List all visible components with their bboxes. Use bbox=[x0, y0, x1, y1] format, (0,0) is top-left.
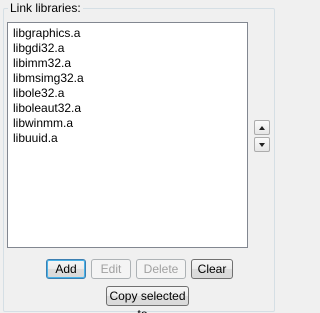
copy-selected-to-button[interactable]: Copy selected to... bbox=[106, 286, 189, 313]
libraries-listbox[interactable]: libgraphics.a libgdi32.a libimm32.a libm… bbox=[7, 22, 248, 248]
library-item[interactable]: liboleaut32.a bbox=[13, 101, 247, 116]
clear-button[interactable]: Clear bbox=[191, 259, 233, 279]
group-title: Link libraries: bbox=[8, 1, 83, 15]
library-item[interactable]: libimm32.a bbox=[13, 56, 247, 71]
move-down-button[interactable] bbox=[254, 137, 270, 152]
library-item[interactable]: libuuid.a bbox=[13, 131, 247, 146]
library-item[interactable]: libwinmm.a bbox=[13, 116, 247, 131]
move-up-button[interactable] bbox=[254, 120, 270, 135]
library-item[interactable]: libgraphics.a bbox=[13, 26, 247, 41]
add-button[interactable]: Add bbox=[46, 259, 86, 279]
linker-settings-panel: Link libraries: libgraphics.a libgdi32.a… bbox=[0, 0, 280, 313]
library-item[interactable]: libgdi32.a bbox=[13, 41, 247, 56]
library-item[interactable]: libole32.a bbox=[13, 86, 247, 101]
triangle-up-icon bbox=[259, 125, 265, 130]
edit-button[interactable]: Edit bbox=[91, 259, 131, 279]
delete-button[interactable]: Delete bbox=[136, 259, 186, 279]
triangle-down-icon bbox=[259, 142, 265, 147]
library-item[interactable]: libmsimg32.a bbox=[13, 71, 247, 86]
